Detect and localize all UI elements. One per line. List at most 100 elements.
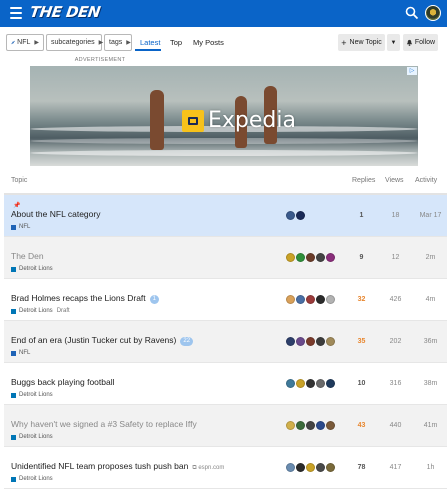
tab-top[interactable]: Top xyxy=(170,38,182,47)
user-avatar[interactable] xyxy=(425,5,441,21)
table-row[interactable]: Why haven't we signed a #3 Safety to rep… xyxy=(4,405,447,447)
avatar[interactable] xyxy=(306,337,315,346)
topic-category[interactable]: Detroit Lions xyxy=(11,266,53,272)
avatar[interactable] xyxy=(326,253,335,262)
table-row[interactable]: 📌 About the NFL category NFL 1 18 Mar 17 xyxy=(4,195,447,237)
topic-category[interactable]: NFL xyxy=(11,350,30,356)
table-row[interactable]: End of an era (Justin Tucker cut by Rave… xyxy=(4,321,447,363)
activity-time[interactable]: 1h xyxy=(414,464,447,471)
avatar[interactable] xyxy=(306,463,315,472)
view-count: 18 xyxy=(391,212,400,219)
activity-time[interactable]: 38m xyxy=(414,380,447,387)
avatar[interactable] xyxy=(286,211,295,220)
topic-category[interactable]: Detroit Lions xyxy=(11,392,53,398)
topic-title[interactable]: Unidentified NFL team proposes tush push… xyxy=(11,461,224,472)
reply-count[interactable]: 32 xyxy=(344,296,379,303)
avatar[interactable] xyxy=(286,463,295,472)
table-row[interactable]: The Den Detroit Lions 9 12 2m xyxy=(4,237,447,279)
activity-time[interactable]: 4m xyxy=(414,296,447,303)
category-dropdown[interactable]: NFL ▶ xyxy=(6,34,44,51)
reply-count[interactable]: 78 xyxy=(344,464,379,471)
tab-latest[interactable]: Latest xyxy=(140,38,160,47)
activity-time[interactable]: 41m xyxy=(414,422,447,429)
new-posts-badge[interactable]: 1 xyxy=(149,295,159,304)
column-header-topic[interactable]: Topic xyxy=(11,177,27,184)
table-row[interactable]: Unidentified NFL team proposes tush push… xyxy=(4,447,447,489)
reply-count[interactable]: 10 xyxy=(344,380,379,387)
avatar[interactable] xyxy=(286,295,295,304)
avatar[interactable] xyxy=(296,211,305,220)
activity-time[interactable]: 2m xyxy=(414,254,447,261)
topic-category[interactable]: Detroit Lions xyxy=(11,476,53,482)
avatar[interactable] xyxy=(326,463,335,472)
avatar[interactable] xyxy=(306,379,315,388)
advertisement-banner[interactable]: Expedia ▷ xyxy=(30,66,418,166)
subcategories-dropdown[interactable]: subcategories ▶ xyxy=(46,34,103,51)
topic-title[interactable]: End of an era (Justin Tucker cut by Rave… xyxy=(11,335,194,346)
topic-title-text[interactable]: Unidentified NFL team proposes tush push… xyxy=(11,461,188,471)
tab-my-posts[interactable]: My Posts xyxy=(193,38,224,47)
search-icon[interactable] xyxy=(405,6,419,20)
avatar[interactable] xyxy=(326,295,335,304)
avatar[interactable] xyxy=(316,379,325,388)
new-topic-button[interactable]: + New Topic xyxy=(338,34,385,51)
topic-category[interactable]: Detroit Lions Draft xyxy=(11,308,70,314)
avatar[interactable] xyxy=(296,337,305,346)
column-header-views[interactable]: Views xyxy=(385,177,404,184)
topic-title-text[interactable]: Why haven't we signed a #3 Safety to rep… xyxy=(11,419,197,429)
reply-count[interactable]: 35 xyxy=(344,338,379,345)
avatar[interactable] xyxy=(326,421,335,430)
column-header-replies[interactable]: Replies xyxy=(352,177,375,184)
tags-dropdown[interactable]: tags ▶ xyxy=(104,34,132,51)
avatar[interactable] xyxy=(306,295,315,304)
avatar[interactable] xyxy=(326,379,335,388)
avatar[interactable] xyxy=(286,253,295,262)
avatar[interactable] xyxy=(286,379,295,388)
topic-title-text[interactable]: Buggs back playing football xyxy=(11,377,115,387)
topic-title[interactable]: Brad Holmes recaps the Lions Draft 1 xyxy=(11,293,159,304)
topic-title[interactable]: Why haven't we signed a #3 Safety to rep… xyxy=(11,419,197,429)
menu-icon[interactable] xyxy=(10,7,22,19)
avatar[interactable] xyxy=(306,253,315,262)
topic-tag[interactable]: Draft xyxy=(57,308,70,314)
new-posts-badge[interactable]: 22 xyxy=(180,337,194,346)
avatar[interactable] xyxy=(316,337,325,346)
external-link[interactable]: ⧉ espn.com xyxy=(192,465,224,471)
topic-title[interactable]: Buggs back playing football xyxy=(11,377,115,387)
avatar[interactable] xyxy=(316,463,325,472)
reply-count[interactable]: 9 xyxy=(344,254,379,261)
avatar[interactable] xyxy=(296,253,305,262)
reply-count[interactable]: 43 xyxy=(344,422,379,429)
avatar[interactable] xyxy=(316,421,325,430)
activity-time[interactable]: 36m xyxy=(414,338,447,345)
avatar[interactable] xyxy=(296,421,305,430)
avatar[interactable] xyxy=(296,463,305,472)
topic-title-text[interactable]: Brad Holmes recaps the Lions Draft xyxy=(11,293,146,303)
topic-title-text[interactable]: The Den xyxy=(11,251,44,261)
reply-count[interactable]: 1 xyxy=(344,212,379,219)
column-header-activity[interactable]: Activity xyxy=(415,177,437,184)
table-row[interactable]: Buggs back playing football Detroit Lions… xyxy=(4,363,447,405)
table-row[interactable]: Brad Holmes recaps the Lions Draft 1 Detro… xyxy=(4,279,447,321)
avatar[interactable] xyxy=(316,253,325,262)
new-topic-options-button[interactable]: ▼ xyxy=(387,34,400,51)
avatar[interactable] xyxy=(326,337,335,346)
site-logo[interactable]: THE DEN xyxy=(29,3,102,21)
avatar[interactable] xyxy=(286,337,295,346)
topic-title-text[interactable]: About the NFL category xyxy=(11,209,100,219)
topic-category[interactable]: Detroit Lions xyxy=(11,434,53,440)
ad-label: ADVERTISEMENT xyxy=(74,57,126,63)
topic-category[interactable]: NFL xyxy=(11,224,30,230)
follow-label: Follow xyxy=(414,39,436,46)
avatar[interactable] xyxy=(296,295,305,304)
topic-title[interactable]: The Den xyxy=(11,251,44,261)
avatar[interactable] xyxy=(306,421,315,430)
avatar[interactable] xyxy=(296,379,305,388)
avatar[interactable] xyxy=(286,421,295,430)
ad-choices-icon[interactable]: ▷ xyxy=(407,67,417,75)
avatar[interactable] xyxy=(316,295,325,304)
topic-title[interactable]: About the NFL category xyxy=(11,209,100,219)
follow-button[interactable]: Follow xyxy=(403,34,438,51)
topic-title-text[interactable]: End of an era (Justin Tucker cut by Rave… xyxy=(11,335,176,345)
activity-time[interactable]: Mar 17 xyxy=(414,212,447,219)
